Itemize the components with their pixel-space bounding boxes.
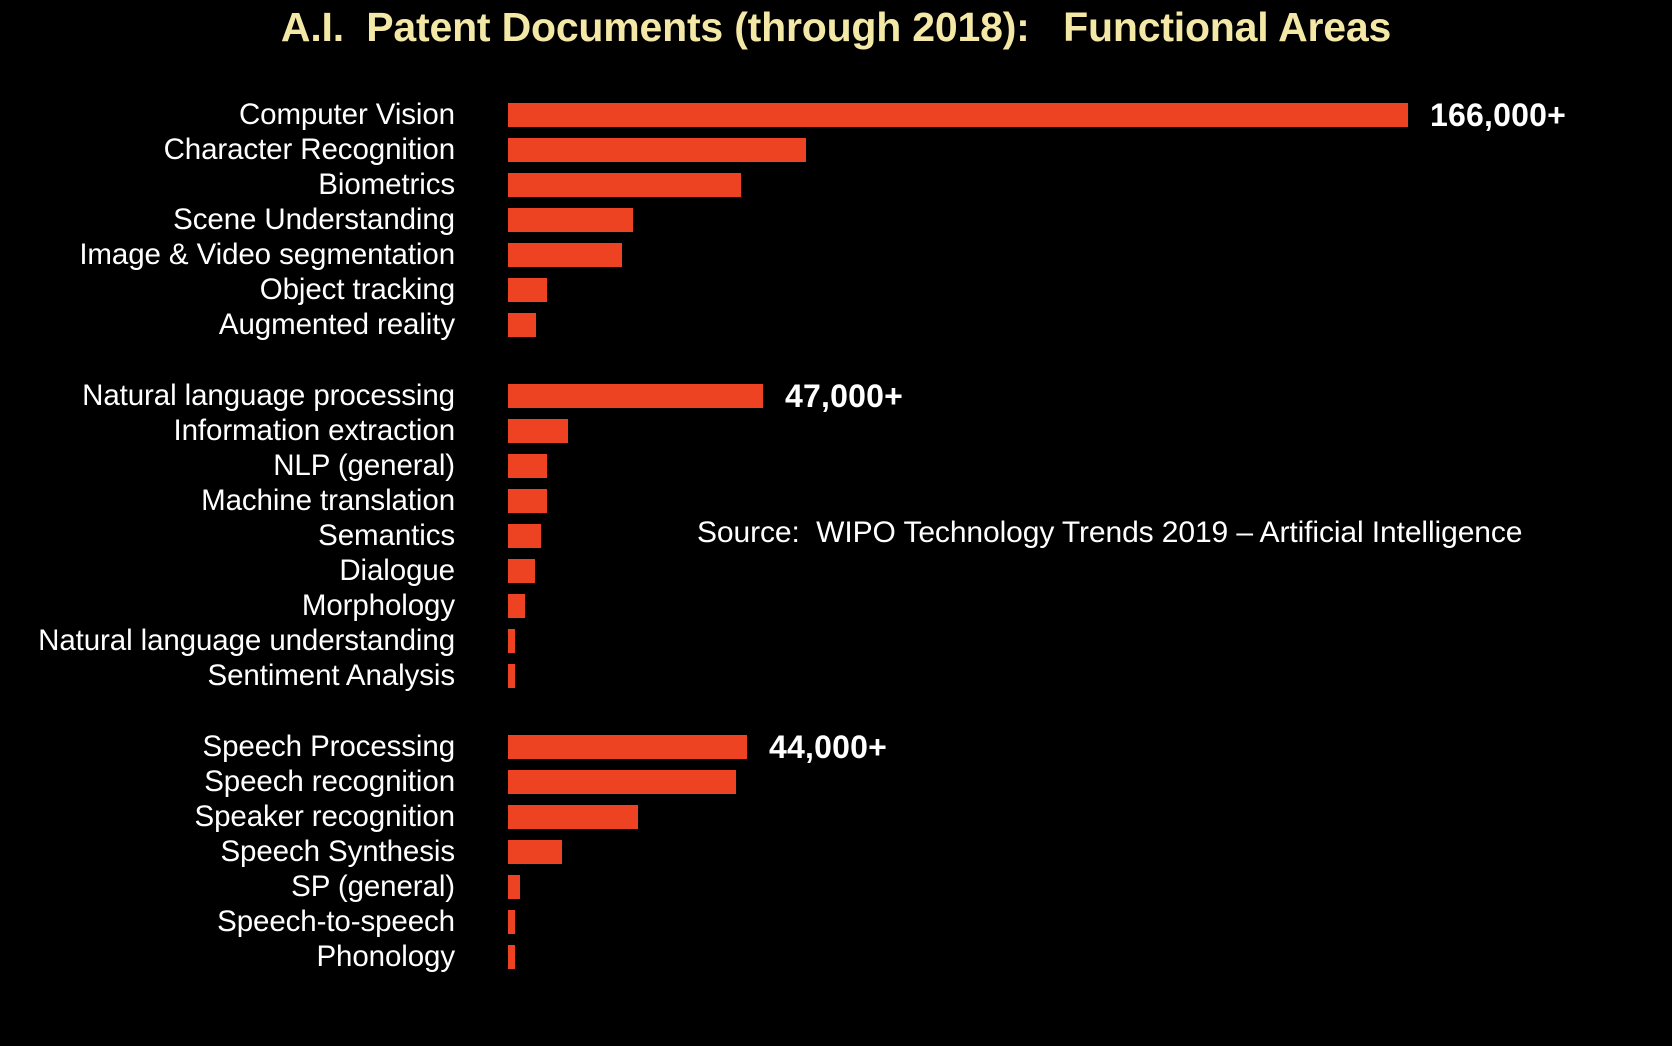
bar-category-label: Dialogue — [339, 554, 455, 587]
bar-category-label: Speech Synthesis — [220, 835, 455, 868]
bar — [508, 629, 515, 653]
bar — [508, 735, 747, 759]
bar — [508, 454, 547, 478]
bar — [508, 594, 525, 618]
bar-row: Character Recognition — [0, 133, 1672, 168]
bar-track — [508, 168, 1672, 203]
bar — [508, 910, 515, 934]
chart-canvas: A.I. Patent Documents (through 2018): Fu… — [0, 0, 1672, 1046]
bar-track — [508, 449, 1672, 484]
bar — [508, 278, 547, 302]
bar-row: NLP (general) — [0, 449, 1672, 484]
bar-category-label: Speech recognition — [204, 765, 455, 798]
page-title: A.I. Patent Documents (through 2018): Fu… — [280, 4, 1392, 50]
bar-track — [508, 800, 1672, 835]
bar-track: 47,000+ — [508, 379, 1672, 414]
bar-row: Speaker recognition — [0, 800, 1672, 835]
bar-category-label: Character Recognition — [163, 133, 456, 166]
bar-track: 44,000+ — [508, 730, 1672, 765]
bar-row: Biometrics — [0, 168, 1672, 203]
bar-category-label: Information extraction — [173, 414, 456, 447]
bar-category-label: Sentiment Analysis — [207, 659, 456, 692]
bar — [508, 419, 568, 443]
bar — [508, 489, 547, 513]
bar-row: Morphology — [0, 589, 1672, 624]
bar-category-label: Computer Vision — [238, 98, 455, 131]
bar-category-label: Semantics — [318, 519, 455, 552]
bar-group: Speech Processing 44,000+ Speech recogniti… — [0, 730, 1672, 975]
source-note: Source: WIPO Technology Trends 2019 – Ar… — [697, 516, 1523, 549]
bar-track — [508, 589, 1672, 624]
bar-category-label: Scene Understanding — [173, 203, 455, 236]
bar-category-label: Biometrics — [318, 168, 455, 201]
bar-track — [508, 484, 1672, 519]
bar-category-label: Object tracking — [259, 273, 455, 306]
bar — [508, 173, 741, 197]
bar — [508, 875, 520, 899]
bar-row: Speech-to-speech — [0, 905, 1672, 940]
bar-row: Natural language understanding — [0, 624, 1672, 659]
bar — [508, 103, 1408, 127]
bar-track — [508, 133, 1672, 168]
bar-row: Sentiment Analysis — [0, 659, 1672, 694]
bar-row: Speech Synthesis — [0, 835, 1672, 870]
bar-row: Object tracking — [0, 273, 1672, 308]
bar-category-label: SP (general) — [291, 870, 455, 903]
bar — [508, 945, 515, 969]
bar-track — [508, 554, 1672, 589]
bar-track — [508, 273, 1672, 308]
bar-value-label: 44,000+ — [769, 729, 887, 765]
bar-row: Machine translation — [0, 484, 1672, 519]
bar-track — [508, 624, 1672, 659]
bar — [508, 770, 736, 794]
bar — [508, 524, 541, 548]
bar-row: SP (general) — [0, 870, 1672, 905]
bar-row: Augmented reality — [0, 308, 1672, 343]
bar — [508, 384, 763, 408]
bar — [508, 805, 638, 829]
bar — [508, 138, 806, 162]
bar — [508, 243, 622, 267]
bar-category-label: Augmented reality — [218, 308, 455, 341]
bar-value-label: 166,000+ — [1430, 97, 1566, 133]
bar — [508, 313, 536, 337]
bar — [508, 208, 633, 232]
bar-row: Computer Vision 166,000+ — [0, 98, 1672, 133]
bar-row: Phonology — [0, 940, 1672, 975]
bar-row: Speech recognition — [0, 765, 1672, 800]
bar-track — [508, 659, 1672, 694]
bar-track: 166,000+ — [508, 98, 1672, 133]
bar-category-label: Phonology — [316, 940, 455, 973]
bar-category-label: Machine translation — [201, 484, 455, 517]
bar-row: Speech Processing 44,000+ — [0, 730, 1672, 765]
bar-category-label: Speaker recognition — [194, 800, 456, 833]
bar-category-label: Natural language understanding — [38, 624, 455, 657]
bar-track — [508, 940, 1672, 975]
bar-value-label: 47,000+ — [785, 378, 903, 414]
bar-track — [508, 765, 1672, 800]
bar-track — [508, 870, 1672, 905]
bar-track — [508, 308, 1672, 343]
bar-row: Information extraction — [0, 414, 1672, 449]
bar-category-label: NLP (general) — [273, 449, 455, 482]
bar-category-label: Speech Processing — [202, 730, 456, 763]
bar-category-label: Morphology — [301, 589, 455, 622]
bar-category-label: Image & Video segmentation — [79, 238, 455, 271]
bar-row: Natural language processing 47,000+ — [0, 379, 1672, 414]
bar-track — [508, 414, 1672, 449]
bar-row: Image & Video segmentation — [0, 238, 1672, 273]
bar-track — [508, 835, 1672, 870]
bar — [508, 840, 562, 864]
bar-track — [508, 238, 1672, 273]
bar-category-label: Natural language processing — [82, 379, 455, 412]
bar — [508, 664, 515, 688]
bar-row: Dialogue — [0, 554, 1672, 589]
bar-track — [508, 905, 1672, 940]
bar-track — [508, 203, 1672, 238]
bar-group: Computer Vision 166,000+ Character Recogni… — [0, 98, 1672, 343]
bar-category-label: Speech-to-speech — [217, 905, 455, 938]
bar-row: Scene Understanding — [0, 203, 1672, 238]
bar — [508, 559, 535, 583]
